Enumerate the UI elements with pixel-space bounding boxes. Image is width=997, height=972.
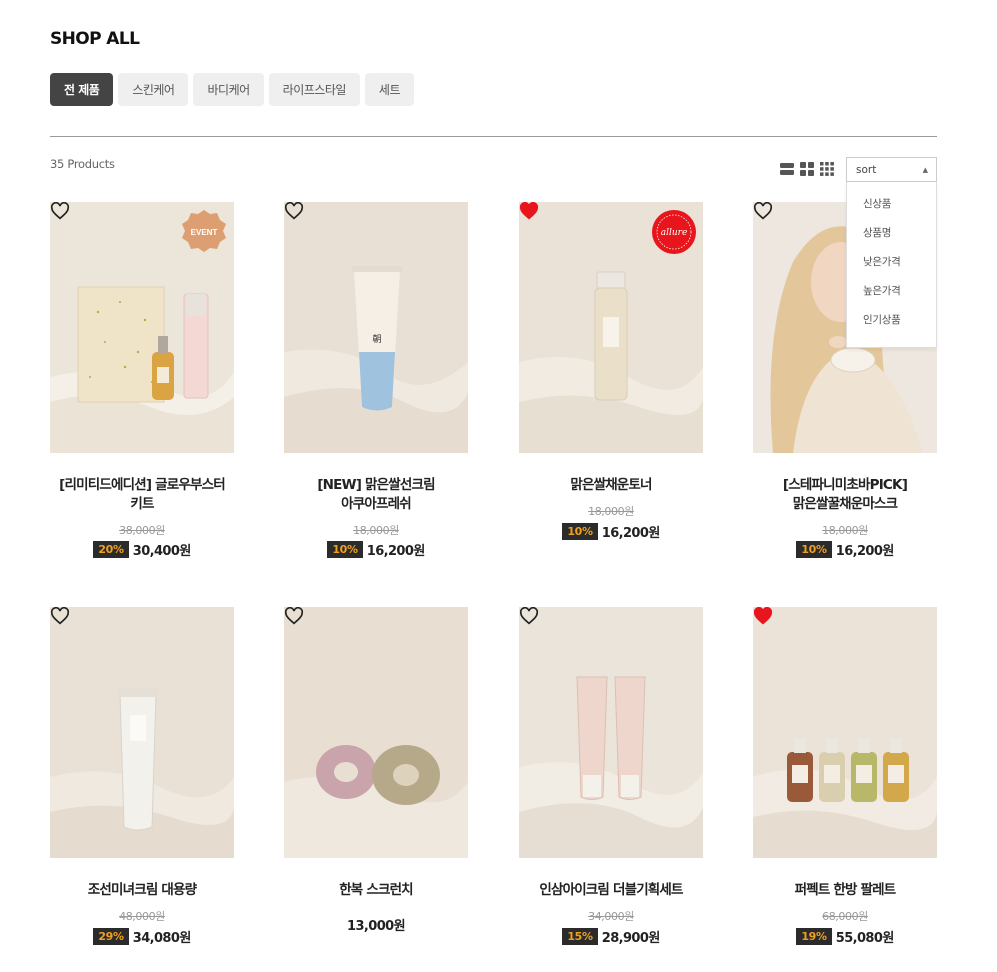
product-image[interactable]: 朝 [284, 202, 468, 453]
view-toggle [780, 162, 834, 176]
sale-price: 16,200원 [601, 526, 661, 541]
product-name-line: [NEW] 맑은쌀선크림 [317, 477, 435, 493]
product-name-line: [스테파니미초바PICK] [782, 477, 908, 493]
product-name-line: 맑은쌀채운토너 [570, 477, 652, 493]
product-name-line: 인삼아이크림 더블기획세트 [539, 882, 683, 898]
svg-text:朝: 朝 [372, 334, 381, 345]
heart-outline-icon[interactable] [753, 202, 773, 220]
sort-option-price-high[interactable]: 높은가격 [847, 283, 936, 312]
original-price: 48,000원 [119, 910, 165, 923]
heart-outline-icon[interactable] [50, 607, 70, 625]
sale-price: 16,200원 [366, 544, 426, 559]
product-name-line: 키트 [130, 496, 154, 512]
sort-dropdown-menu: 신상품 상품명 낮은가격 높은가격 인기상품 [846, 182, 937, 348]
sale-price: 30,400원 [132, 544, 192, 559]
product-image[interactable] [284, 607, 468, 858]
product-image[interactable]: EVENT [50, 202, 234, 453]
tab-bodycare[interactable]: 바디케어 [193, 73, 264, 106]
tab-lifestyle[interactable]: 라이프스타일 [268, 73, 360, 106]
original-price: 18,000원 [353, 524, 399, 537]
sale-price-line: 10% 16,200원 [753, 540, 937, 559]
product-image[interactable]: allure [519, 202, 703, 453]
product-name[interactable]: 퍼펙트 한방 팔레트 [733, 881, 957, 900]
sale-price-line: 19% 55,080원 [753, 927, 937, 946]
product-name-line: 조선미녀크림 대용량 [87, 882, 197, 898]
sort-label: sort [856, 163, 877, 176]
sale-price: 16,200원 [835, 544, 895, 559]
sale-price-line: 20% 30,400원 [50, 540, 234, 559]
original-price: 18,000원 [588, 505, 634, 518]
discount-badge: 10% [327, 541, 363, 558]
heart-outline-icon[interactable] [284, 202, 304, 220]
product-image[interactable] [50, 607, 234, 858]
tab-skincare[interactable]: 스킨케어 [118, 73, 189, 106]
product-name-line: 아쿠아프레쉬 [341, 496, 412, 512]
sale-price-line: 29% 34,080원 [50, 927, 234, 946]
sale-price-line: 10% 16,200원 [519, 522, 703, 541]
heart-filled-icon[interactable] [519, 202, 539, 220]
discount-badge: 10% [562, 523, 598, 540]
product-name-line: 퍼펙트 한방 팔레트 [794, 882, 897, 898]
sort-option-name[interactable]: 상품명 [847, 225, 936, 254]
sort-option-popular[interactable]: 인기상품 [847, 312, 936, 341]
product-name[interactable]: 맑은쌀채운토너 [499, 476, 723, 495]
sort-option-price-low[interactable]: 낮은가격 [847, 254, 936, 283]
sale-price-line: 15% 28,900원 [519, 927, 703, 946]
product-name-line: 맑은쌀꿀채운마스크 [792, 496, 898, 512]
heart-outline-icon[interactable] [50, 202, 70, 220]
sale-price: 34,080원 [132, 931, 192, 946]
allure-badge: allure [661, 228, 688, 238]
page-title: SHOP ALL [50, 29, 140, 49]
sale-price: 55,080원 [835, 931, 895, 946]
event-badge: EVENT [191, 228, 218, 237]
discount-badge: 29% [93, 928, 129, 945]
sale-price: 13,000원 [347, 919, 406, 934]
tab-sets[interactable]: 세트 [364, 73, 414, 106]
sale-price: 28,900원 [601, 931, 661, 946]
product-name[interactable]: [스테파니미초바PICK] 맑은쌀꿀채운마스크 [733, 476, 957, 514]
product-name[interactable]: 한복 스크런치 [264, 881, 488, 900]
product-name[interactable]: [리미티드에디션] 글로우부스터 키트 [30, 476, 254, 514]
original-price: 38,000원 [119, 524, 165, 537]
list-view-icon[interactable] [780, 162, 794, 176]
heart-filled-icon[interactable] [753, 607, 773, 625]
product-image[interactable] [519, 607, 703, 858]
sale-price-line: 10% 16,200원 [284, 540, 468, 559]
product-name-line: [리미티드에디션] 글로우부스터 [59, 477, 226, 493]
discount-badge: 20% [93, 541, 129, 558]
caret-up-icon: ▲ [922, 166, 928, 174]
section-divider [50, 136, 937, 137]
heart-outline-icon[interactable] [284, 607, 304, 625]
product-count: 35 Products [50, 157, 115, 171]
sale-price-line: 13,000원 [284, 915, 468, 934]
discount-badge: 10% [796, 541, 832, 558]
heart-outline-icon[interactable] [519, 607, 539, 625]
tab-all-products[interactable]: 전 제품 [50, 73, 114, 106]
grid-3-view-icon[interactable] [820, 162, 834, 176]
original-price: 18,000원 [822, 524, 868, 537]
product-name-line: 한복 스크런치 [339, 882, 413, 898]
original-price: 34,000원 [588, 910, 634, 923]
product-name[interactable]: 인삼아이크림 더블기획세트 [499, 881, 723, 900]
product-image[interactable] [753, 607, 937, 858]
product-name[interactable]: 조선미녀크림 대용량 [30, 881, 254, 900]
sort-select[interactable]: sort ▲ [846, 157, 937, 182]
sort-option-newest[interactable]: 신상품 [847, 196, 936, 225]
discount-badge: 19% [796, 928, 832, 945]
grid-2-view-icon[interactable] [800, 162, 814, 176]
discount-badge: 15% [562, 928, 598, 945]
product-name[interactable]: [NEW] 맑은쌀선크림 아쿠아프레쉬 [264, 476, 488, 514]
original-price: 68,000원 [822, 910, 868, 923]
category-tabs: 전 제품 스킨케어 바디케어 라이프스타일 세트 [50, 73, 414, 106]
